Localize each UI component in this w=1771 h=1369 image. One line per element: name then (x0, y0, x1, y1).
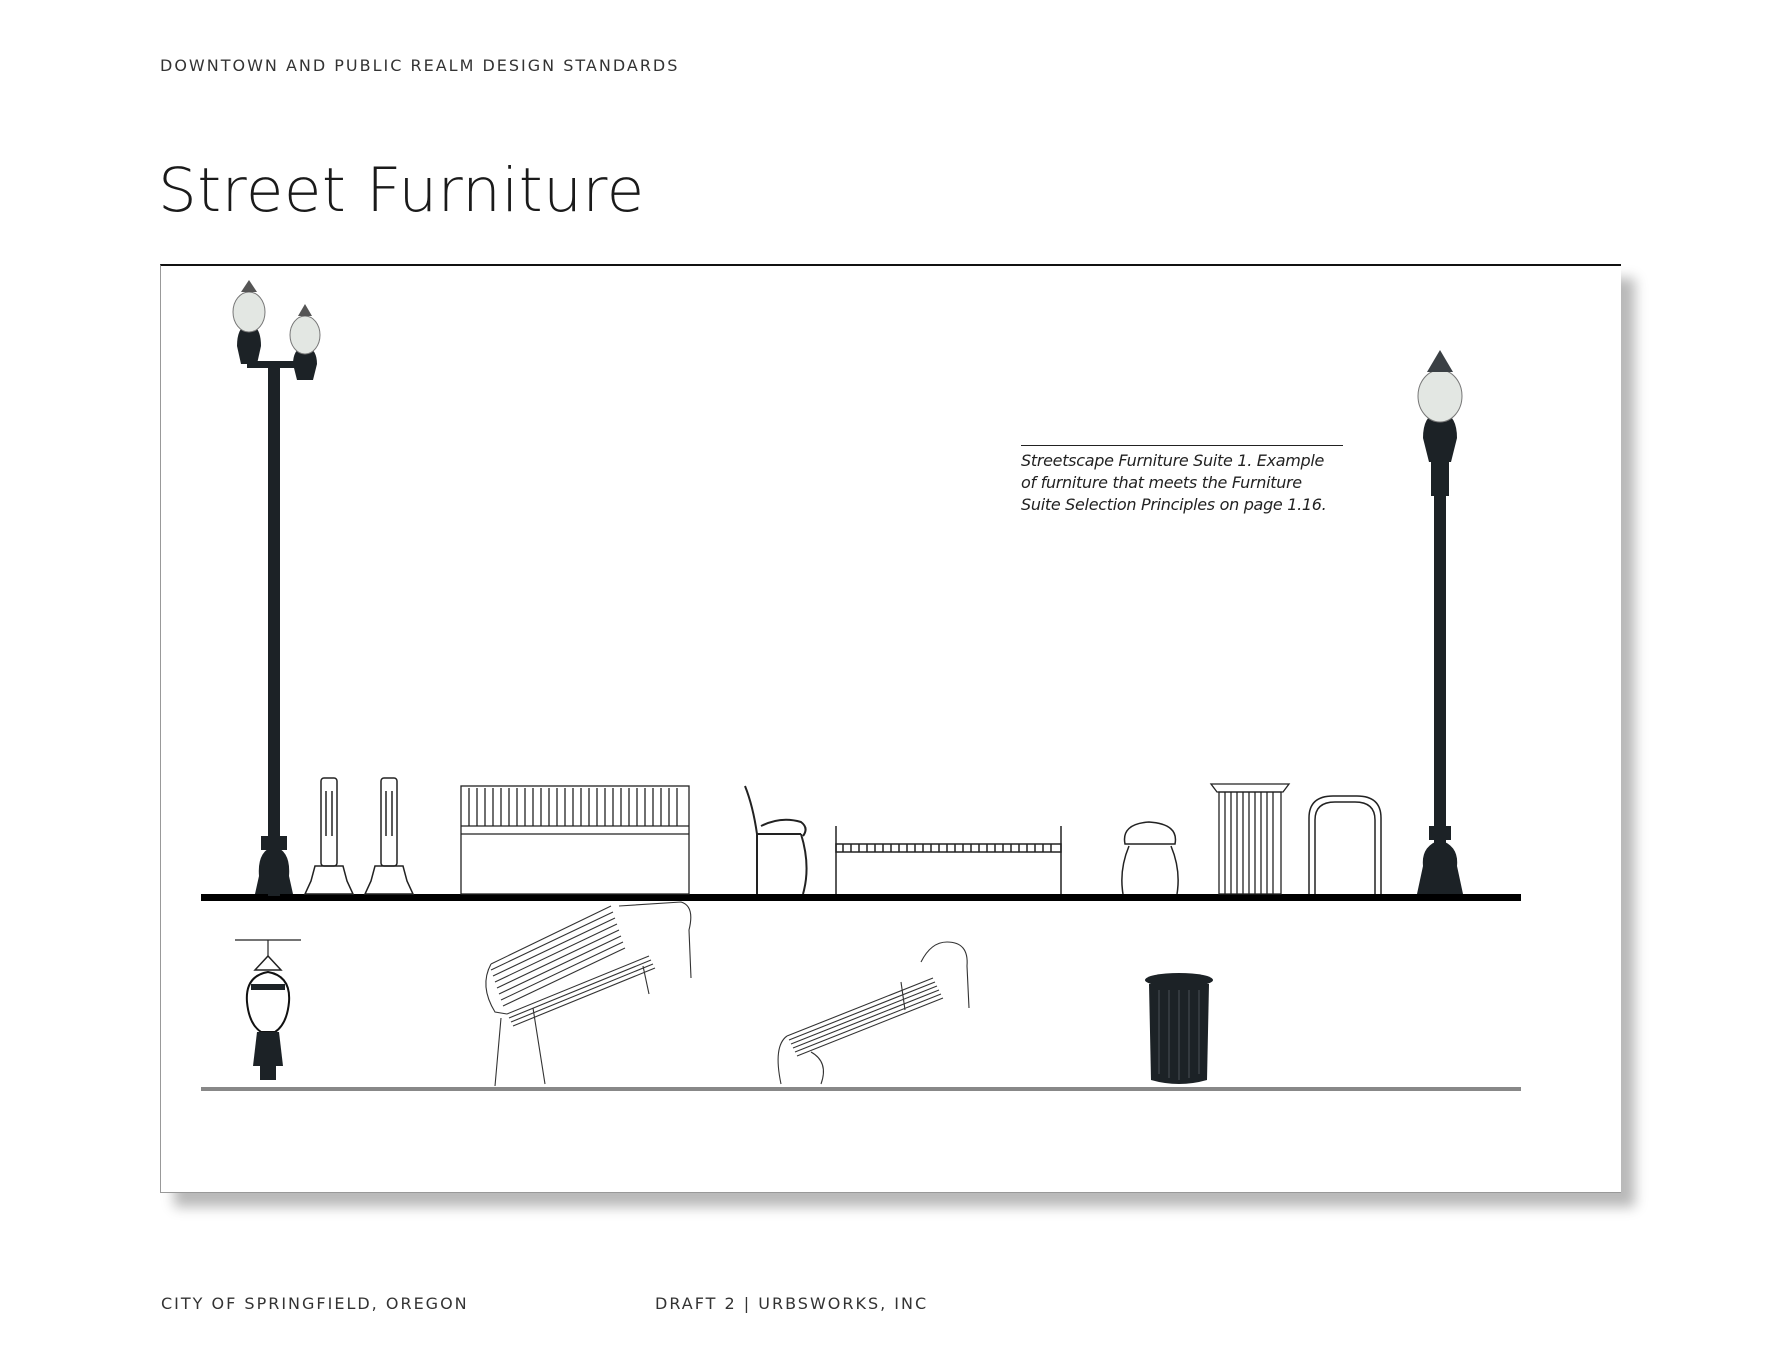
running-header: DOWNTOWN AND PUBLIC REALM DESIGN STANDAR… (160, 56, 680, 75)
footer-draft-info: DRAFT 2 | URBSWORKS, INC (655, 1294, 929, 1313)
backless-bench-perspective-icon (777, 941, 970, 1085)
bollard-icon (363, 777, 415, 895)
figure-caption: Streetscape Furniture Suite 1. Example o… (1021, 445, 1343, 516)
elevation-ground-line (201, 894, 1521, 901)
bike-rack-icon (1308, 795, 1382, 894)
trash-can-perspective-icon (1145, 973, 1213, 1084)
furniture-illustration (201, 280, 1521, 1091)
stool-icon (1121, 821, 1179, 895)
bench-front-icon (460, 785, 690, 895)
perspective-ground-line (201, 1087, 1521, 1091)
trash-receptacle-icon (1209, 783, 1291, 895)
luminaire-detail-icon (235, 939, 301, 1080)
page-title: Street Furniture (158, 155, 645, 226)
bench-perspective-icon (485, 901, 692, 1087)
chair-side-icon (744, 785, 808, 895)
bollard-icon (303, 777, 355, 895)
furniture-figure: Streetscape Furniture Suite 1. Example o… (160, 264, 1621, 1193)
single-lamp-post-icon (1417, 350, 1463, 894)
double-lamp-post-icon (232, 280, 321, 896)
footer-organization: CITY OF SPRINGFIELD, OREGON (161, 1294, 469, 1313)
backless-bench-icon (835, 826, 1062, 894)
